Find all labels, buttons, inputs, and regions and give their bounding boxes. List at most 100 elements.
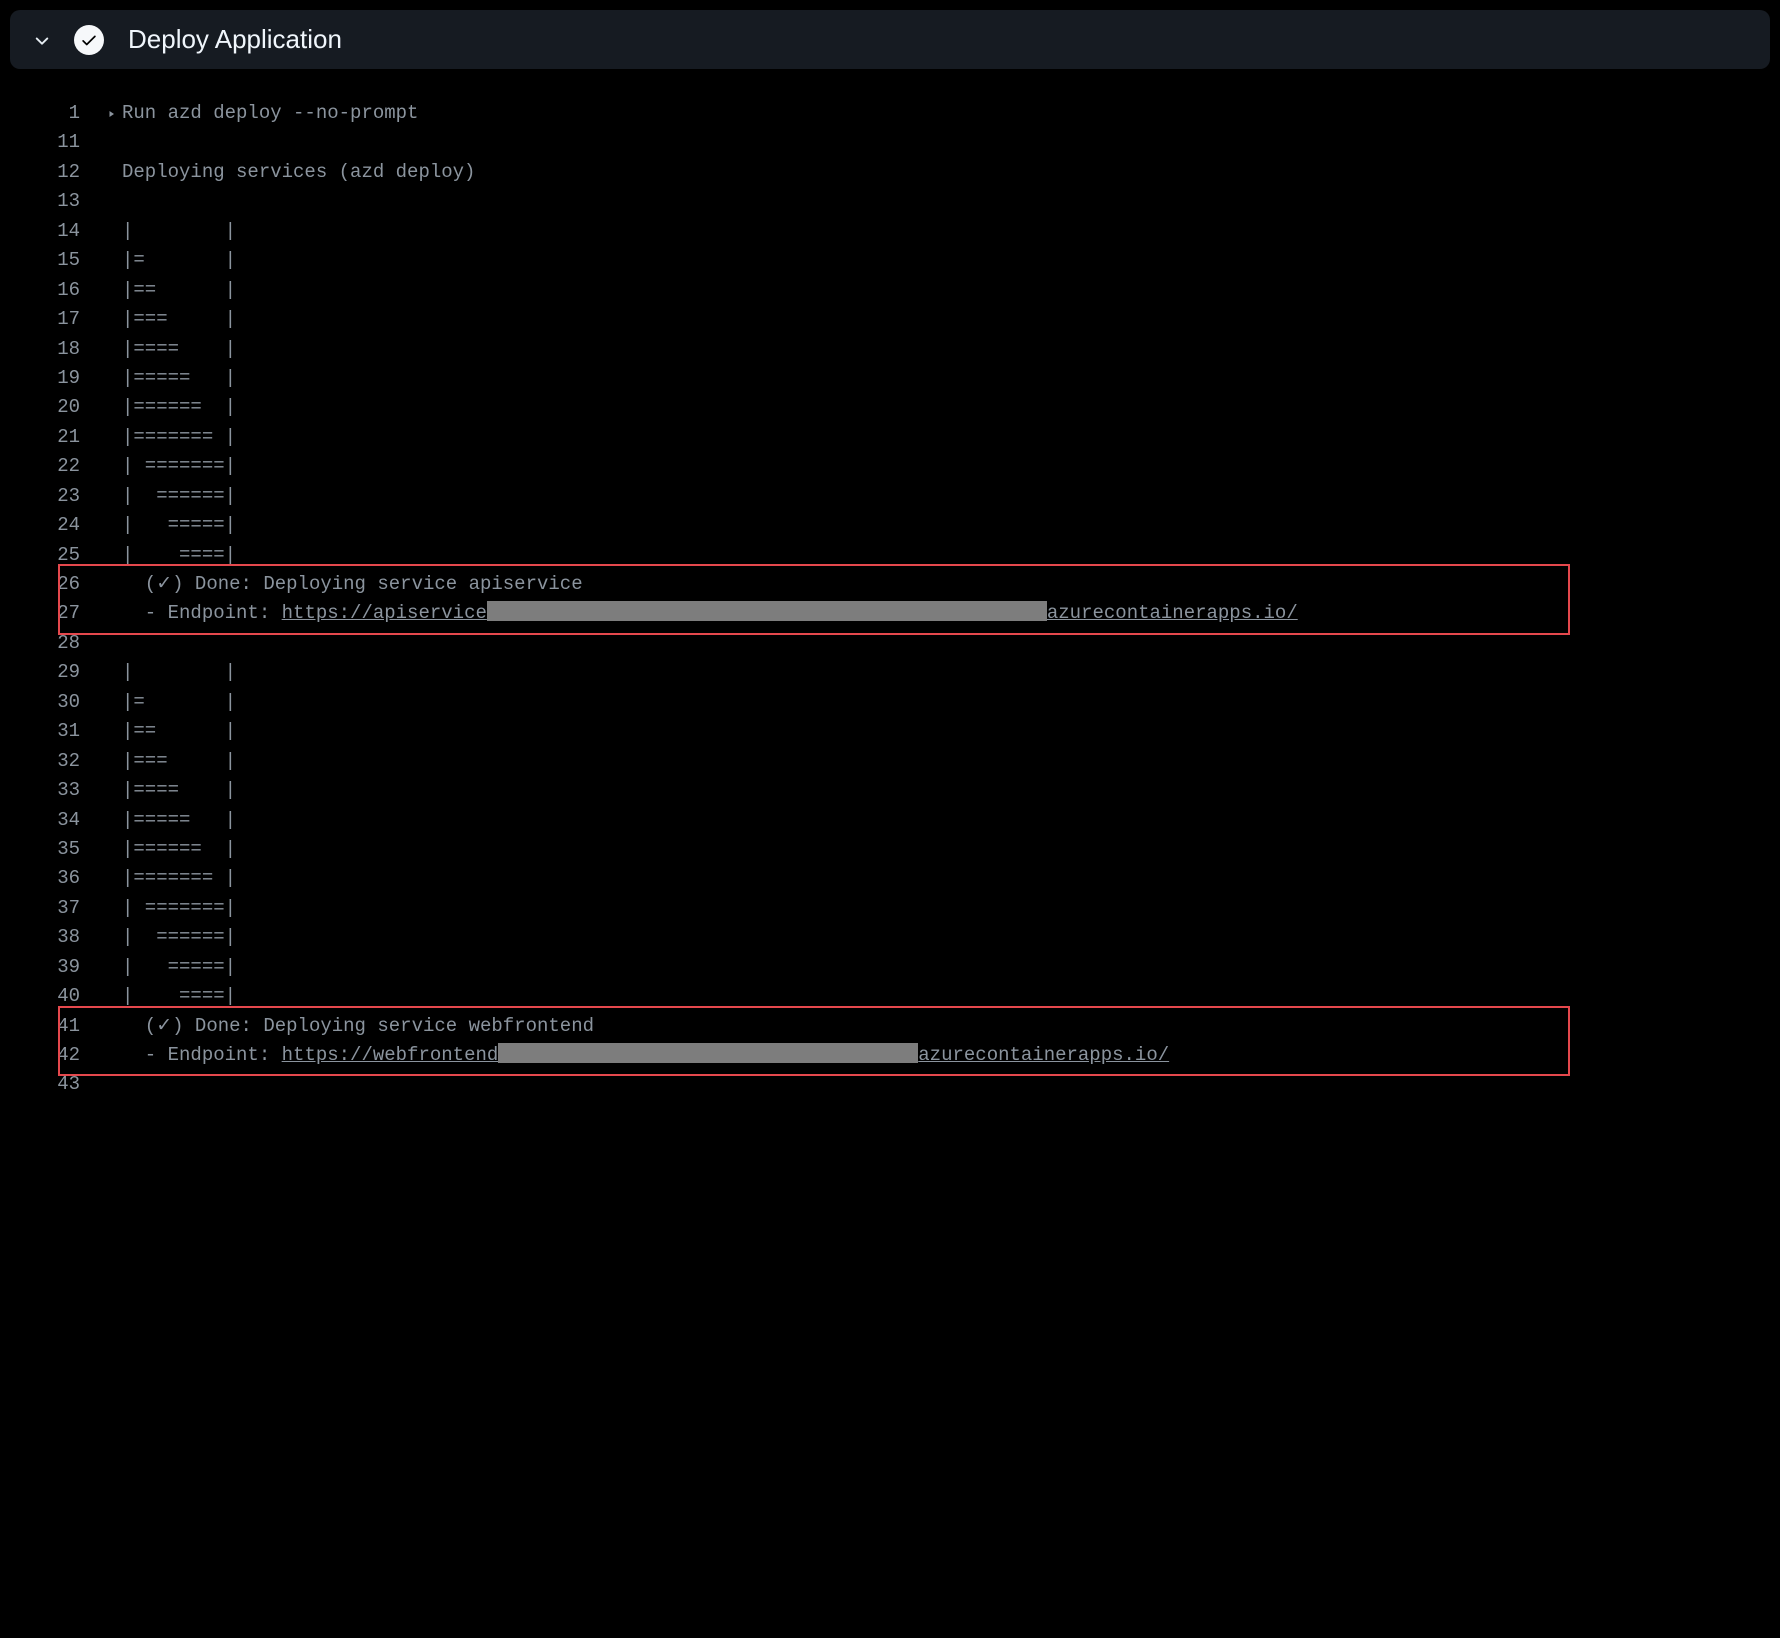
log-text: |======= |	[122, 423, 236, 452]
line-number[interactable]: 24	[0, 511, 100, 540]
line-number[interactable]: 15	[0, 246, 100, 275]
log-text: |==== |	[122, 776, 236, 805]
log-line: 38| ======|	[0, 923, 1780, 952]
log-line: 26 (✓) Done: Deploying service apiservic…	[0, 570, 1780, 599]
log-line: 20|====== |	[0, 393, 1780, 422]
log-line: 37 | =======|	[0, 894, 1780, 923]
line-number[interactable]: 33	[0, 776, 100, 805]
log-text: (✓) Done: Deploying service webfrontend	[122, 1012, 594, 1041]
fold-placeholder	[100, 482, 122, 511]
redacted-segment	[487, 601, 1047, 621]
log-line: 17|=== |	[0, 305, 1780, 334]
redacted-segment	[498, 1043, 918, 1063]
line-number[interactable]: 39	[0, 953, 100, 982]
line-number[interactable]: 38	[0, 923, 100, 952]
line-number[interactable]: 25	[0, 541, 100, 570]
line-number[interactable]: 22	[0, 452, 100, 481]
line-number[interactable]: 37	[0, 894, 100, 923]
line-number[interactable]: 27	[0, 599, 100, 628]
fold-placeholder	[100, 452, 122, 481]
line-number[interactable]: 41	[0, 1012, 100, 1041]
line-number[interactable]: 34	[0, 806, 100, 835]
log-text: | |	[122, 217, 236, 246]
log-line: 28	[0, 629, 1780, 658]
log-line: 25 | ====|	[0, 541, 1780, 570]
log-text: |== |	[122, 717, 236, 746]
collapse-step-chevron-icon[interactable]	[30, 28, 54, 52]
log-line: 34|===== |	[0, 806, 1780, 835]
line-number[interactable]: 32	[0, 747, 100, 776]
log-text: |== |	[122, 276, 236, 305]
fold-placeholder	[100, 953, 122, 982]
line-number[interactable]: 36	[0, 864, 100, 893]
line-number[interactable]: 17	[0, 305, 100, 334]
line-number[interactable]: 40	[0, 982, 100, 1011]
log-text: | ======|	[122, 482, 236, 511]
line-number[interactable]: 42	[0, 1041, 100, 1070]
fold-placeholder	[100, 1041, 122, 1070]
fold-placeholder	[100, 1012, 122, 1041]
log-text: |======= |	[122, 864, 236, 893]
fold-placeholder	[100, 658, 122, 687]
line-number[interactable]: 30	[0, 688, 100, 717]
line-number[interactable]: 13	[0, 187, 100, 216]
log-line: 41 (✓) Done: Deploying service webfronte…	[0, 1012, 1780, 1041]
fold-placeholder	[100, 364, 122, 393]
log-text: |==== |	[122, 335, 236, 364]
line-number[interactable]: 28	[0, 629, 100, 658]
log-text: | ====|	[122, 541, 236, 570]
fold-placeholder	[100, 276, 122, 305]
fold-placeholder	[100, 128, 122, 157]
fold-placeholder	[100, 305, 122, 334]
fold-placeholder	[100, 158, 122, 187]
line-number[interactable]: 1	[0, 99, 100, 128]
log-line: 12Deploying services (azd deploy)	[0, 158, 1780, 187]
log-line: 30 |= |	[0, 688, 1780, 717]
line-number[interactable]: 29	[0, 658, 100, 687]
fold-placeholder	[100, 541, 122, 570]
line-number[interactable]: 18	[0, 335, 100, 364]
line-number[interactable]: 12	[0, 158, 100, 187]
fold-placeholder	[100, 599, 122, 628]
log-line: 36 |======= |	[0, 864, 1780, 893]
line-number[interactable]: 19	[0, 364, 100, 393]
endpoint-link[interactable]: https://apiserviceazurecontainerapps.io/	[282, 602, 1298, 624]
fold-placeholder	[100, 217, 122, 246]
fold-placeholder	[100, 629, 122, 658]
fold-placeholder	[100, 806, 122, 835]
log-text: |= |	[122, 688, 236, 717]
line-number[interactable]: 26	[0, 570, 100, 599]
line-number[interactable]: 20	[0, 393, 100, 422]
line-number[interactable]: 21	[0, 423, 100, 452]
fold-placeholder	[100, 393, 122, 422]
log-line: 27 - Endpoint: https://apiserviceazureco…	[0, 599, 1780, 628]
log-line: 22| =======|	[0, 452, 1780, 481]
log-line: 1Run azd deploy --no-prompt	[0, 99, 1780, 128]
log-line: 23 | ======|	[0, 482, 1780, 511]
log-text: | =======|	[122, 894, 236, 923]
log-text: | ====|	[122, 982, 236, 1011]
fold-toggle-icon[interactable]	[100, 99, 122, 128]
line-number[interactable]: 14	[0, 217, 100, 246]
endpoint-link[interactable]: https://webfrontendazurecontainerapps.io…	[282, 1044, 1169, 1066]
log-line: 13	[0, 187, 1780, 216]
fold-placeholder	[100, 335, 122, 364]
line-number[interactable]: 31	[0, 717, 100, 746]
line-number[interactable]: 11	[0, 128, 100, 157]
fold-placeholder	[100, 511, 122, 540]
fold-placeholder	[100, 982, 122, 1011]
log-text: | =====|	[122, 953, 236, 982]
log-line: 11	[0, 128, 1780, 157]
line-number[interactable]: 23	[0, 482, 100, 511]
line-number[interactable]: 16	[0, 276, 100, 305]
fold-placeholder	[100, 187, 122, 216]
step-header[interactable]: Deploy Application	[10, 10, 1770, 69]
log-line: 40 | ====|	[0, 982, 1780, 1011]
line-number[interactable]: 35	[0, 835, 100, 864]
fold-placeholder	[100, 246, 122, 275]
log-line: 16 |== |	[0, 276, 1780, 305]
line-number[interactable]: 43	[0, 1070, 100, 1099]
fold-placeholder	[100, 688, 122, 717]
step-title: Deploy Application	[128, 24, 342, 55]
log-line: 21 |======= |	[0, 423, 1780, 452]
